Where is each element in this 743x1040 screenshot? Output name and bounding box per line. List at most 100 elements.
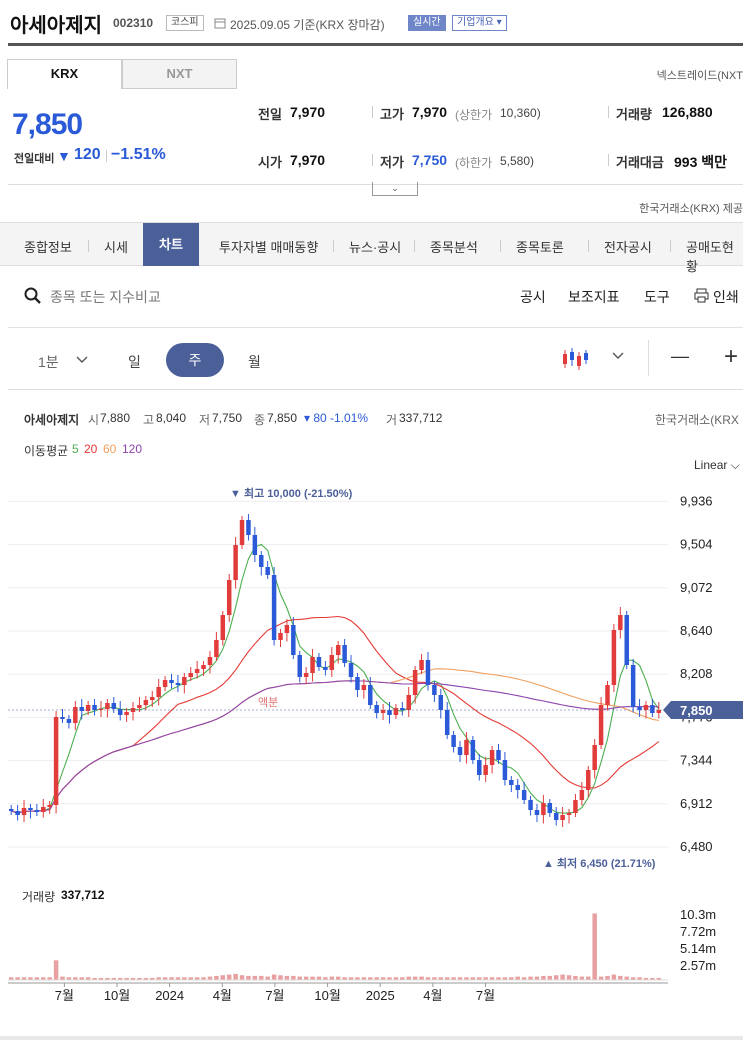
tool-indicators[interactable]: 보조지표 <box>568 287 620 307</box>
nav-summary[interactable]: 종합정보 <box>24 237 72 256</box>
volume-bar <box>541 975 546 980</box>
lower-limit-value: 5,580) <box>500 154 535 168</box>
high-label: 고가 <box>380 107 404 122</box>
tool-print[interactable]: 인쇄 <box>713 287 739 307</box>
x-tick-label: 7월 <box>265 988 284 1003</box>
candle-body <box>53 717 59 805</box>
compare-search-input[interactable]: 종목 또는 지수비교 <box>50 287 161 307</box>
company-overview-button[interactable]: 기업개요 ▾ <box>452 15 507 31</box>
candle-body <box>643 705 649 710</box>
zoom-out-button[interactable]: — <box>671 346 689 367</box>
candle-body <box>598 705 604 745</box>
candle-body <box>66 719 72 723</box>
candle-body <box>406 695 411 710</box>
candle-body <box>419 660 424 670</box>
candlestick-type-icon[interactable] <box>561 346 589 372</box>
chart-vol: 337,712 <box>399 411 443 425</box>
candle-body <box>342 645 347 663</box>
printer-icon[interactable] <box>694 288 709 303</box>
candle-body <box>28 808 33 810</box>
nav-analysis[interactable]: 종목분석 <box>430 237 478 256</box>
candle-body <box>368 685 373 705</box>
volume-bar <box>316 976 322 980</box>
x-tick-label: 2024 <box>155 988 184 1003</box>
candle-body <box>553 813 559 820</box>
candle-body <box>624 615 629 665</box>
y-tick-label: 6,480 <box>680 839 713 854</box>
chevron-down-icon: ⌄ <box>391 183 399 193</box>
volume-bar <box>220 975 226 980</box>
x-tick-label: 10월 <box>314 988 340 1003</box>
tab-krx[interactable]: KRX <box>7 59 122 89</box>
candle-body <box>156 687 161 697</box>
chevron-down-icon[interactable] <box>76 356 88 364</box>
volume-bar <box>515 976 520 980</box>
volume-bar <box>618 975 623 980</box>
volume-bar <box>534 976 540 980</box>
candle-body <box>137 705 142 708</box>
search-icon[interactable] <box>24 287 42 305</box>
volume-bar <box>265 976 270 980</box>
nav-chart[interactable]: 차트 <box>143 223 199 266</box>
divider <box>8 389 743 390</box>
divider <box>333 240 334 252</box>
candle-body <box>143 700 149 705</box>
candle-body <box>380 710 386 713</box>
candle-body <box>566 813 572 815</box>
tool-drawing[interactable]: 도구 <box>644 287 670 307</box>
volume-bar <box>233 973 238 980</box>
candle-body <box>464 740 469 755</box>
period-week[interactable]: 주 <box>166 343 224 377</box>
candle-body <box>541 803 546 815</box>
period-minute[interactable]: 1분 <box>38 352 59 372</box>
calendar-icon <box>214 18 226 29</box>
nav-news[interactable]: 뉴스·공시 <box>349 237 401 256</box>
candle-body <box>60 717 65 719</box>
volume-bar <box>60 976 65 980</box>
prev-value: 7,970 <box>290 104 326 120</box>
chart-close-label: 종 <box>254 413 266 427</box>
change-label: 전일대비 <box>14 153 55 165</box>
candle-body <box>361 685 367 690</box>
y-tick-label: 8,208 <box>680 666 713 681</box>
candle-body <box>21 808 27 815</box>
candle-body <box>605 685 610 705</box>
nav-investor-trends[interactable]: 투자자별 매매동향 <box>219 237 318 256</box>
candle-body <box>444 710 450 735</box>
volume-bar <box>547 975 553 980</box>
candle-body <box>303 673 309 677</box>
company-name: 아세아제지 <box>10 15 102 37</box>
realtime-button[interactable]: 실시간 <box>408 15 446 31</box>
price-chart[interactable]: 9,9369,5049,0728,6408,2087,7767,3446,912… <box>0 450 743 1010</box>
candle-body <box>611 630 617 685</box>
period-day[interactable]: 일 <box>128 352 141 372</box>
nav-disclosure[interactable]: 전자공시 <box>604 237 652 256</box>
volume-bar <box>271 974 277 980</box>
nav-short-selling[interactable]: 공매도현황 <box>686 237 743 275</box>
candle-body <box>188 673 193 677</box>
candle-body <box>169 680 174 683</box>
chart-source: 한국거래소(KRX <box>655 413 739 427</box>
open-value: 7,970 <box>290 152 326 168</box>
candle-body <box>534 810 540 815</box>
candle-body <box>239 520 245 545</box>
x-tick-label: 4월 <box>423 988 442 1003</box>
candle-body <box>310 657 315 673</box>
prev-label: 전일 <box>258 107 282 122</box>
nav-discussion[interactable]: 종목토론 <box>516 237 564 256</box>
tab-nxt[interactable]: NXT <box>122 59 237 89</box>
zoom-in-button[interactable]: + <box>724 343 738 371</box>
candle-body <box>214 640 219 657</box>
candle-body <box>457 747 463 755</box>
expand-toggle[interactable]: ⌄ <box>372 182 418 196</box>
x-tick-label: 4월 <box>213 988 232 1003</box>
current-price: 7,850 <box>12 108 83 141</box>
candle-body <box>521 790 527 800</box>
tool-disclosure[interactable]: 공시 <box>520 287 546 307</box>
nav-quotes[interactable]: 시세 <box>104 237 128 256</box>
candle-body <box>284 625 290 633</box>
y-tick-label: 6,912 <box>680 796 713 811</box>
chevron-down-icon[interactable] <box>612 352 624 360</box>
main-nav: 종합정보 시세 차트 투자자별 매매동향 뉴스·공시 종목분석 종목토론 전자공… <box>0 222 743 274</box>
period-month[interactable]: 월 <box>248 352 261 372</box>
